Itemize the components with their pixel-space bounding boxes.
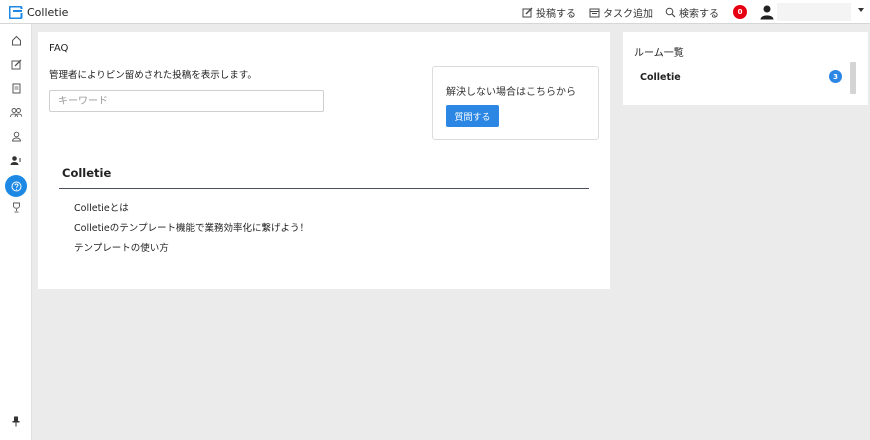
group-icon (10, 107, 22, 117)
add-task-label: タスク追加 (603, 8, 653, 20)
trophy-icon (12, 202, 20, 212)
page-description: 管理者によりピン留めされた投稿を表示します。 (49, 70, 257, 81)
search-button[interactable]: 検索する (665, 5, 719, 20)
home-icon (11, 35, 21, 45)
user-icon (11, 131, 21, 141)
sidebar-item-user-add[interactable] (8, 152, 24, 168)
section-title: Colletie (62, 166, 112, 180)
add-task-button[interactable]: タスク追加 (589, 5, 653, 20)
search-icon (665, 7, 676, 17)
sidebar-item-ranking[interactable] (8, 199, 24, 215)
room-item-name[interactable]: Colletie (640, 72, 681, 83)
user-menu-field[interactable] (777, 3, 851, 21)
room-unread-badge: 3 (829, 70, 842, 83)
notification-badge[interactable]: 0 (733, 5, 747, 19)
help-icon (11, 181, 21, 191)
app-logo[interactable]: Colletie (9, 4, 68, 20)
sidebar-item-post[interactable] (8, 56, 24, 72)
sidebar-item-home[interactable] (8, 32, 24, 48)
user-avatar-icon[interactable] (759, 4, 775, 20)
sidebar-item-documents[interactable] (8, 80, 24, 96)
calendar-icon (589, 8, 600, 17)
document-icon (12, 83, 20, 93)
user-add-icon (10, 155, 21, 165)
room-list-scrollbar[interactable] (850, 62, 856, 94)
faq-item-link[interactable]: Colletieとは (74, 200, 129, 214)
room-list-panel: ルーム一覧 Colletie 3 (623, 32, 868, 105)
ask-question-button[interactable]: 質問する (446, 105, 499, 127)
search-label: 検索する (679, 8, 719, 20)
sidebar-item-user[interactable] (8, 128, 24, 144)
faq-panel: FAQ 管理者によりピン留めされた投稿を表示します。 解決しない場合はこちらから… (38, 32, 610, 289)
keyword-search-input[interactable] (49, 90, 324, 112)
edit-icon (522, 7, 533, 17)
edit-icon (11, 59, 21, 69)
post-button[interactable]: 投稿する (522, 5, 576, 20)
sidebar-item-groups[interactable] (8, 104, 24, 120)
faq-item-link[interactable]: Colletieのテンプレート機能で業務効率化に繋げよう！ (74, 220, 309, 234)
faq-item-link[interactable]: テンプレートの使い方 (74, 240, 169, 254)
sidebar-item-help[interactable] (5, 175, 27, 197)
post-label: 投稿する (536, 8, 576, 20)
page-title: FAQ (49, 43, 69, 54)
help-box: 解決しない場合はこちらから 質問する (432, 66, 599, 140)
pin-icon (12, 416, 20, 426)
colletie-logo-icon (9, 5, 24, 19)
section-divider (59, 188, 589, 189)
app-title: Colletie (27, 5, 69, 19)
top-bar: Colletie 投稿する タスク追加 検索する 0 (0, 0, 870, 24)
room-list-title: ルーム一覧 (634, 48, 684, 59)
sidebar (0, 24, 32, 440)
sidebar-item-pin[interactable] (8, 413, 24, 429)
chevron-down-icon[interactable] (858, 8, 864, 12)
help-text: 解決しない場合はこちらから (446, 87, 576, 98)
